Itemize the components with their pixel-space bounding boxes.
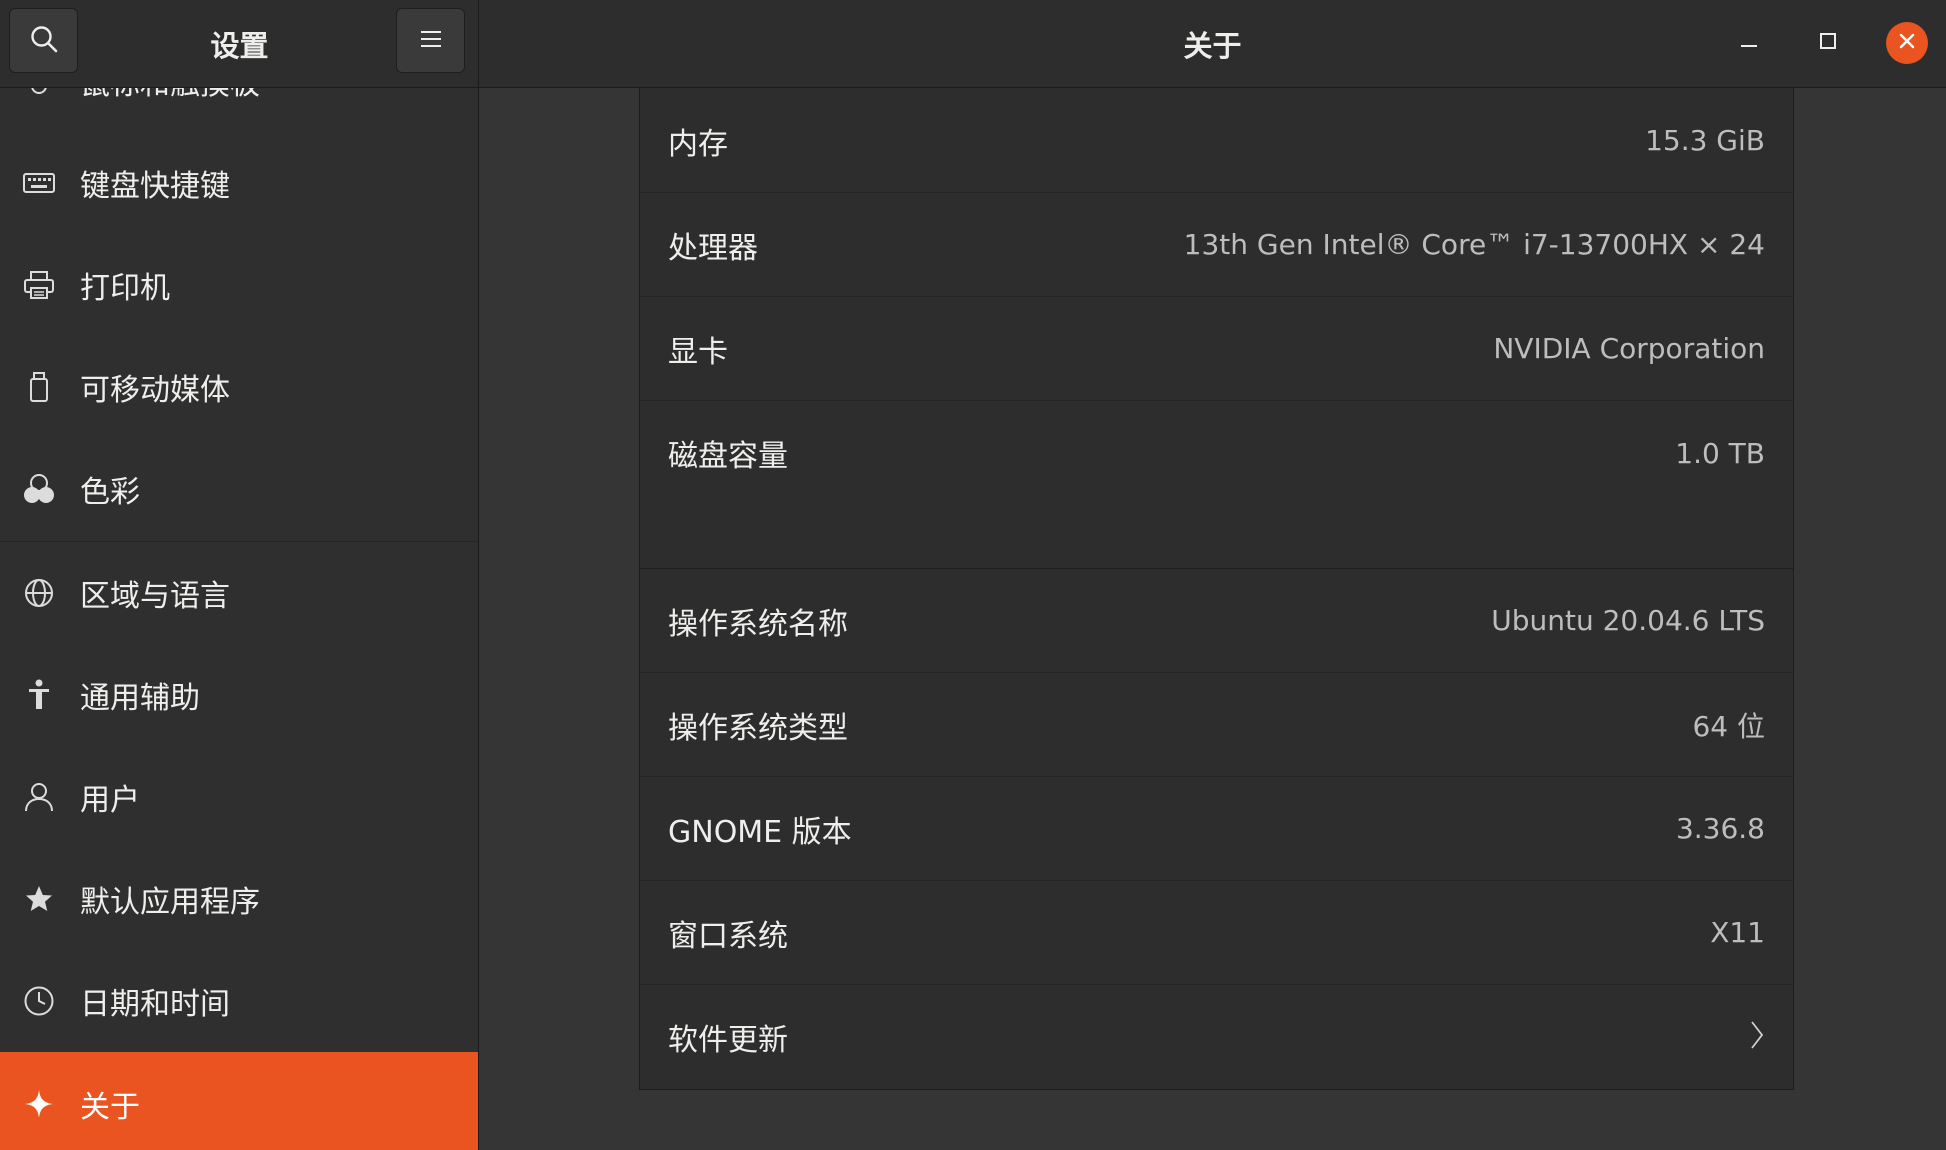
sidebar-item-label: 日期和时间 <box>80 987 230 1022</box>
row-value: 1.0 TB <box>1675 436 1765 470</box>
sidebar-item-label: 区域与语言 <box>80 579 230 614</box>
globe-icon <box>20 574 58 612</box>
sidebar-item-label: 可移动媒体 <box>80 373 230 408</box>
sidebar-item-default-apps[interactable]: 默认应用程序 <box>0 848 478 950</box>
keyboard-icon <box>20 164 58 202</box>
sidebar-header: 设置 <box>0 0 479 88</box>
mouse-icon <box>20 88 58 100</box>
about-content: 内存 15.3 GiB 处理器 13th Gen Intel® Core™ i7… <box>479 88 1946 1150</box>
sidebar-item-about[interactable]: 关于 <box>0 1052 478 1150</box>
row-value: 3.36.8 <box>1675 812 1765 845</box>
row-label: 软件更新 <box>668 1023 788 1058</box>
sidebar-item-label: 打印机 <box>80 271 170 306</box>
sidebar-item-label: 色彩 <box>80 475 140 510</box>
windowing-system-row: 窗口系统 X11 <box>640 881 1793 985</box>
sidebar-item-label: 键盘快捷键 <box>80 169 230 204</box>
row-value: 13th Gen Intel® Core™ i7-13700HX × 24 <box>1183 228 1765 261</box>
sidebar-item-label: 关于 <box>80 1090 140 1125</box>
menu-button[interactable] <box>396 8 465 73</box>
row-value: X11 <box>1710 916 1765 949</box>
sidebar-item-printers[interactable]: 打印机 <box>0 234 478 336</box>
row-label: 显卡 <box>668 334 728 370</box>
star-icon <box>20 880 58 918</box>
row-label: 操作系统类型 <box>668 710 848 746</box>
sidebar-item-label: 通用辅助 <box>80 681 200 716</box>
os-name-row: 操作系统名称 Ubuntu 20.04.6 LTS <box>640 569 1793 673</box>
user-icon <box>20 778 58 816</box>
row-label: 磁盘容量 <box>668 439 788 474</box>
row-value: Ubuntu 20.04.6 LTS <box>1491 604 1765 637</box>
sidebar-item-color[interactable]: 色彩 <box>0 438 478 540</box>
maximize-button[interactable] <box>1807 22 1849 64</box>
software-info-card: 操作系统名称 Ubuntu 20.04.6 LTS 操作系统类型 64 位 GN… <box>639 568 1794 1090</box>
graphics-row: 显卡 NVIDIA Corporation <box>640 297 1793 401</box>
row-label: GNOME 版本 <box>668 814 852 850</box>
sidebar-item-label: 默认应用程序 <box>80 885 260 920</box>
sparkle-icon <box>20 1085 58 1123</box>
minimize-icon <box>1739 31 1759 55</box>
clock-icon <box>20 982 58 1020</box>
sidebar: 鼠标和触摸板 键盘快捷键 <box>0 88 479 1150</box>
settings-window: 设置 关于 键盘快捷键 打印机 可移动媒体 色彩 区域与语言 通用辅助 用户 默… <box>0 0 1946 1150</box>
sidebar-item-users[interactable]: 用户 <box>0 746 478 848</box>
os-type-row: 操作系统类型 64 位 <box>640 673 1793 777</box>
sidebar-item-region-language[interactable]: 区域与语言 <box>0 542 478 644</box>
search-button[interactable] <box>9 8 78 73</box>
processor-row: 处理器 13th Gen Intel® Core™ i7-13700HX × 2… <box>640 193 1793 297</box>
row-label: 处理器 <box>668 230 758 266</box>
hardware-info-card: 内存 15.3 GiB 处理器 13th Gen Intel® Core™ i7… <box>639 88 1794 595</box>
sidebar-item-removable-media[interactable]: 可移动媒体 <box>0 336 478 438</box>
row-label: 内存 <box>668 126 728 162</box>
minimize-button[interactable] <box>1728 22 1770 64</box>
row-label: 窗口系统 <box>668 918 788 954</box>
row-label: 操作系统名称 <box>668 606 848 642</box>
accessibility-icon <box>20 676 58 714</box>
removable-media-icon <box>20 368 58 406</box>
printer-icon <box>20 266 58 304</box>
sidebar-item-accessibility[interactable]: 通用辅助 <box>0 644 478 746</box>
row-value: 15.3 GiB <box>1645 124 1765 157</box>
color-icon <box>20 470 58 508</box>
row-value: 64 位 <box>1692 709 1765 743</box>
sidebar-item-keyboard-shortcuts[interactable]: 键盘快捷键 <box>0 132 478 234</box>
sidebar-item-mouse-touchpad[interactable]: 鼠标和触摸板 <box>0 88 478 132</box>
sidebar-item-label: 鼠标和触摸板 <box>80 88 260 103</box>
hamburger-menu-icon <box>420 29 442 53</box>
close-button[interactable] <box>1886 22 1928 64</box>
memory-row: 内存 15.3 GiB <box>640 89 1793 193</box>
software-updates-row[interactable]: 软件更新 <box>640 985 1793 1089</box>
gnome-version-row: GNOME 版本 3.36.8 <box>640 777 1793 881</box>
page-title: 关于 <box>1183 29 1242 63</box>
close-icon <box>1897 31 1917 55</box>
search-icon <box>29 24 59 58</box>
row-value: NVIDIA Corporation <box>1493 332 1765 365</box>
header-bar: 设置 关于 <box>0 0 1946 88</box>
maximize-icon <box>1818 31 1838 55</box>
sidebar-item-date-time[interactable]: 日期和时间 <box>0 950 478 1052</box>
sidebar-item-label: 用户 <box>80 783 140 818</box>
disk-capacity-row: 磁盘容量 1.0 TB <box>640 401 1793 505</box>
chevron-right-icon <box>1749 1019 1765 1055</box>
